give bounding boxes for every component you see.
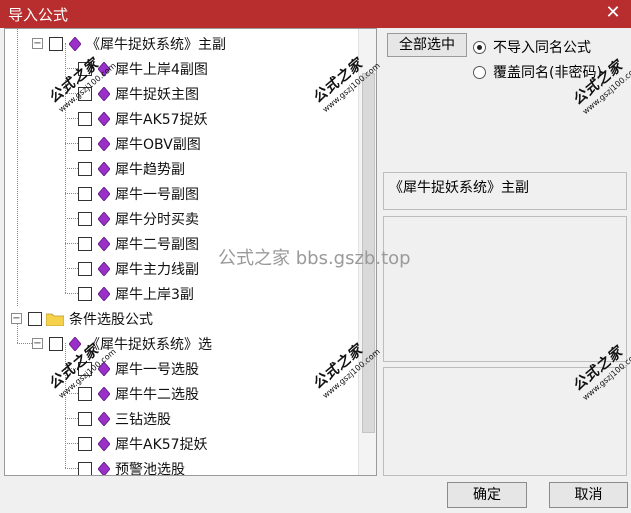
tree-item-label: 三钻选股 xyxy=(115,411,171,428)
formula-gem-icon xyxy=(98,436,110,451)
tree-checkbox[interactable] xyxy=(78,261,92,276)
window-title: 导入公式 xyxy=(8,6,69,24)
tree-checkbox[interactable] xyxy=(78,361,92,376)
tree-item[interactable]: 三钻选股 xyxy=(78,406,171,431)
ok-button[interactable]: 确定 xyxy=(447,482,527,508)
formula-gem-icon xyxy=(98,211,110,226)
tree-item-label: 犀牛主力线副 xyxy=(115,261,199,278)
tree-checkbox[interactable] xyxy=(78,461,92,475)
scrollbar-thumb[interactable] xyxy=(362,73,375,433)
tree-item-label: 犀牛AK57捉妖 xyxy=(115,436,208,453)
formula-gem-icon xyxy=(69,36,81,51)
tree-item-label: 《犀牛捉妖系统》主副 xyxy=(86,36,226,53)
formula-gem-icon xyxy=(98,186,110,201)
tree-category-screening[interactable]: − 条件选股公式 xyxy=(11,306,153,331)
tree-item-label: 犀牛分时买卖 xyxy=(115,211,199,228)
select-all-button[interactable]: 全部选中 xyxy=(387,33,467,57)
tree-item-label: 犀牛OBV副图 xyxy=(115,136,201,153)
collapse-icon[interactable]: − xyxy=(11,313,22,324)
title-bar: 导入公式 ✕ xyxy=(0,0,631,28)
selected-formula-info: 《犀牛捉妖系统》主副 xyxy=(383,172,627,210)
collapse-icon[interactable]: − xyxy=(32,338,43,349)
tree-checkbox[interactable] xyxy=(78,286,92,301)
formula-gem-icon xyxy=(98,411,110,426)
tree-scrollbar[interactable] xyxy=(358,29,376,475)
tree-checkbox[interactable] xyxy=(78,436,92,451)
close-icon[interactable]: ✕ xyxy=(603,2,623,24)
tree-item[interactable]: 犀牛主力线副 xyxy=(78,256,199,281)
tree-checkbox[interactable] xyxy=(78,86,92,101)
tree-item-label: 犀牛上岸4副图 xyxy=(115,61,208,78)
formula-tree[interactable]: − 《犀牛捉妖系统》主副犀牛上岸4副图 犀牛捉妖主图 犀牛AK57捉妖 犀牛OBV副图犀… xyxy=(4,28,377,476)
tree-checkbox[interactable] xyxy=(78,61,92,76)
tree-checkbox[interactable] xyxy=(78,161,92,176)
formula-gem-icon xyxy=(98,86,110,101)
formula-description-box xyxy=(383,216,627,362)
tree-checkbox[interactable] xyxy=(78,111,92,126)
tree-group-screening[interactable]: − 《犀牛捉妖系统》选 xyxy=(32,331,212,356)
selected-formula-name: 《犀牛捉妖系统》主副 xyxy=(389,180,529,196)
tree-item-label: 犀牛捉妖主图 xyxy=(115,86,199,103)
tree-item[interactable]: 犀牛分时买卖 xyxy=(78,206,199,231)
formula-detail-box xyxy=(383,367,627,476)
tree-item[interactable]: 犀牛一号副图 xyxy=(78,181,199,206)
collapse-icon[interactable]: − xyxy=(32,38,43,49)
tree-item[interactable]: 犀牛牛二选股 xyxy=(78,381,199,406)
tree-checkbox[interactable] xyxy=(78,211,92,226)
formula-gem-icon xyxy=(98,161,110,176)
tree-item-label: 犀牛牛二选股 xyxy=(115,386,199,403)
tree-item-label: 犀牛AK57捉妖 xyxy=(115,111,208,128)
tree-checkbox[interactable] xyxy=(78,186,92,201)
formula-gem-icon xyxy=(98,136,110,151)
tree-checkbox[interactable] xyxy=(49,336,63,351)
tree-item-label: 犀牛二号副图 xyxy=(115,236,199,253)
radio-overwrite-same-name[interactable]: 覆盖同名(非密码) xyxy=(473,62,602,82)
tree-item-label: 犀牛一号副图 xyxy=(115,186,199,203)
formula-gem-icon xyxy=(98,461,110,475)
formula-gem-icon xyxy=(98,361,110,376)
formula-gem-icon xyxy=(98,261,110,276)
tree-item[interactable]: 犀牛上岸4副图 xyxy=(78,56,208,81)
radio-skip-label: 不导入同名公式 xyxy=(493,40,591,56)
tree-checkbox[interactable] xyxy=(78,386,92,401)
tree-item-label: 犀牛趋势副 xyxy=(115,161,185,178)
formula-gem-icon xyxy=(98,386,110,401)
radio-button-skip[interactable] xyxy=(473,40,486,54)
tree-item[interactable]: 犀牛OBV副图 xyxy=(78,131,201,156)
formula-gem-icon xyxy=(98,236,110,251)
formula-gem-icon xyxy=(98,61,110,76)
tree-item[interactable]: 犀牛AK57捉妖 xyxy=(78,431,208,456)
tree-item[interactable]: 犀牛趋势副 xyxy=(78,156,185,181)
tree-item-label: 犀牛一号选股 xyxy=(115,361,199,378)
radio-skip-same-name[interactable]: 不导入同名公式 xyxy=(473,37,591,57)
tree-checkbox[interactable] xyxy=(78,136,92,151)
formula-gem-icon xyxy=(69,336,81,351)
tree-checkbox[interactable] xyxy=(78,411,92,426)
radio-button-overwrite[interactable] xyxy=(473,65,486,79)
tree-item[interactable]: 犀牛捉妖主图 xyxy=(78,81,199,106)
tree-group-main-sub[interactable]: − 《犀牛捉妖系统》主副 xyxy=(32,31,226,56)
tree-item-label: 条件选股公式 xyxy=(69,311,153,328)
folder-icon xyxy=(46,313,64,326)
tree-item[interactable]: 犀牛二号副图 xyxy=(78,231,199,256)
tree-item-label: 预警池选股 xyxy=(115,461,185,476)
tree-checkbox[interactable] xyxy=(49,36,63,51)
tree-item[interactable]: 犀牛上岸3副 xyxy=(78,281,194,306)
tree-checkbox[interactable] xyxy=(78,236,92,251)
formula-gem-icon xyxy=(98,111,110,126)
radio-overwrite-label: 覆盖同名(非密码) xyxy=(493,65,602,81)
tree-item[interactable]: 犀牛AK57捉妖 xyxy=(78,106,208,131)
tree-checkbox[interactable] xyxy=(28,311,42,326)
tree-item-label: 《犀牛捉妖系统》选 xyxy=(86,336,212,353)
cancel-button[interactable]: 取消 xyxy=(549,482,628,508)
tree-item[interactable]: 预警池选股 xyxy=(78,456,185,476)
tree-item-label: 犀牛上岸3副 xyxy=(115,286,194,303)
tree-item[interactable]: 犀牛一号选股 xyxy=(78,356,199,381)
formula-gem-icon xyxy=(98,286,110,301)
